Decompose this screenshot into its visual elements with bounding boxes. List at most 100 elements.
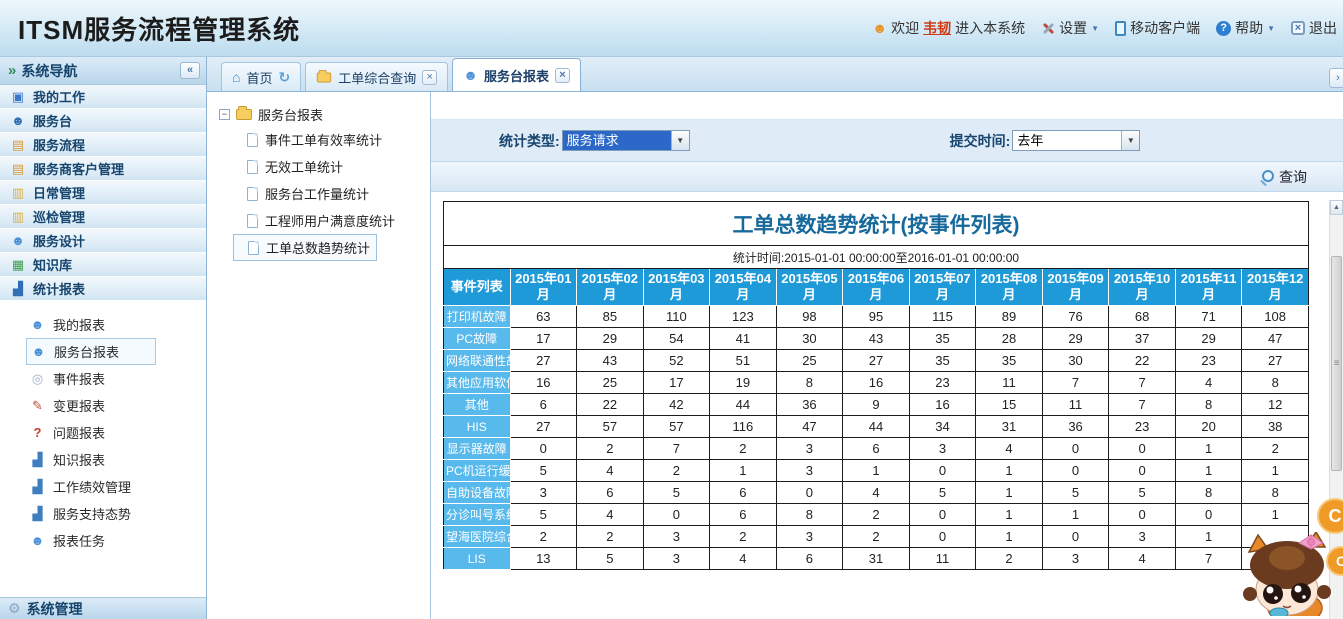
cell-value: 5 — [1042, 482, 1109, 504]
cell-value: 5 — [909, 482, 976, 504]
cell-value: 23 — [1109, 416, 1176, 438]
cell-value: 1 — [1242, 504, 1309, 526]
tab-ticket-query[interactable]: 工单综合查询× — [305, 62, 448, 91]
sidebar-item-incident-report[interactable]: ◎事件报表 — [26, 365, 156, 392]
logout-button[interactable]: × 退出 — [1291, 18, 1337, 38]
cell-value: 47 — [1242, 328, 1309, 350]
cell-value: 6 — [843, 438, 910, 460]
chevron-down-icon[interactable]: ▼ — [671, 131, 689, 150]
sidebar-subitem-label: 变更报表 — [53, 396, 105, 415]
help-menu[interactable]: ? 帮助 ▼ — [1216, 18, 1275, 38]
sidebar-item-problem-report[interactable]: ?问题报表 — [26, 419, 156, 446]
daily-mgmt-icon: ▥ — [10, 185, 26, 201]
incident-report-icon: ◎ — [30, 371, 45, 387]
stat-type-select[interactable]: 服务请求 ▼ — [562, 130, 690, 151]
tree-collapse-icon[interactable] — [219, 109, 230, 120]
vendor-customer-icon: ▤ — [10, 161, 26, 177]
cell-value: 0 — [1109, 460, 1176, 482]
cell-value: 6 — [710, 482, 777, 504]
stat-type-label: 统计类型: — [499, 131, 560, 151]
tab-overflow-button[interactable]: › — [1329, 68, 1343, 88]
sidebar-item-label: 知识库 — [33, 255, 72, 274]
sidebar-item-stats-report[interactable]: ▟统计报表 — [0, 277, 206, 301]
sidebar-item-performance-mgmt[interactable]: ▟工作绩效管理 — [26, 473, 156, 500]
cell-value: 44 — [710, 394, 777, 416]
scrollbar-thumb[interactable] — [1331, 256, 1342, 471]
row-label: 分诊叫号系统故障 — [444, 504, 511, 526]
cell-value: 29 — [577, 328, 644, 350]
file-icon — [247, 133, 258, 147]
cell-value: 2 — [643, 460, 710, 482]
column-header-month: 2015年08月 — [976, 269, 1043, 306]
tab-servicedesk-report[interactable]: ☻服务台报表× — [452, 58, 581, 91]
report-view: 工单总数趋势统计(按事件列表) 统计时间:2015-01-01 00:00:00… — [431, 192, 1343, 619]
row-label: 网络联通性故障 — [444, 350, 511, 372]
close-icon[interactable]: × — [555, 68, 570, 83]
cell-value: 5 — [510, 504, 577, 526]
tab-home[interactable]: ⌂首页↻ — [221, 62, 301, 91]
cell-value: 3 — [510, 482, 577, 504]
cell-value: 28 — [976, 328, 1043, 350]
cell-value: 0 — [776, 482, 843, 504]
table-row: 打印机故障6385110123989511589766871108 — [444, 306, 1309, 328]
cell-value: 31 — [976, 416, 1043, 438]
tree-item[interactable]: 无效工单统计 — [233, 153, 349, 180]
table-row: PC故障172954413043352829372947 — [444, 328, 1309, 350]
submit-time-select[interactable]: 去年 ▼ — [1012, 130, 1140, 151]
sidebar-item-service-flow[interactable]: ▤服务流程 — [0, 133, 206, 157]
tree-item[interactable]: 工程师用户满意度统计 — [233, 207, 401, 234]
sidebar-item-my-report[interactable]: ☻我的报表 — [26, 311, 156, 338]
sidebar-item-change-report[interactable]: ✎变更报表 — [26, 392, 156, 419]
cell-value: 89 — [976, 306, 1043, 328]
tree-item-label: 无效工单统计 — [265, 157, 343, 176]
cell-value: 35 — [909, 350, 976, 372]
sidebar-item-servicedesk-report[interactable]: ☻服务台报表 — [26, 338, 156, 365]
chevron-down-icon[interactable]: ▼ — [1121, 131, 1139, 150]
sidebar-item-daily-mgmt[interactable]: ▥日常管理 — [0, 181, 206, 205]
sidebar-item-service-design[interactable]: ☻服务设计 — [0, 229, 206, 253]
sidebar-item-knowledge-report[interactable]: ▟知识报表 — [26, 446, 156, 473]
column-header-month: 2015年04月 — [710, 269, 777, 306]
row-label: HIS — [444, 416, 511, 438]
sidebar-item-inspection-mgmt[interactable]: ▥巡检管理 — [0, 205, 206, 229]
sidebar-item-knowledge-base[interactable]: ▦知识库 — [0, 253, 206, 277]
welcome-text: 欢迎 韦韧 进入本系统 — [872, 18, 1025, 38]
tree-item[interactable]: 事件工单有效率统计 — [233, 126, 388, 153]
cell-value: 17 — [510, 328, 577, 350]
sidebar-item-system-admin[interactable]: 系统管理 — [0, 597, 206, 619]
sidebar-item-support-posture[interactable]: ▟服务支持态势 — [26, 500, 156, 527]
username[interactable]: 韦韧 — [923, 18, 951, 38]
mobile-client-link[interactable]: 移动客户端 — [1115, 18, 1200, 38]
cell-value: 95 — [843, 306, 910, 328]
tab-label: 服务台报表 — [484, 66, 549, 85]
sidebar-item-report-task[interactable]: ☻报表任务 — [26, 527, 156, 554]
query-toolbar: 查询 — [431, 162, 1343, 192]
scroll-up-icon[interactable] — [1330, 200, 1343, 215]
filter-bar: 统计类型: 服务请求 ▼ 提交时间: 去年 ▼ — [431, 120, 1343, 162]
column-header-month: 2015年12月 — [1242, 269, 1309, 306]
cell-value: 3 — [643, 548, 710, 570]
cell-value: 11 — [909, 548, 976, 570]
tree-item[interactable]: 服务台工作量统计 — [233, 180, 375, 207]
submit-time-value: 去年 — [1013, 131, 1121, 150]
tree-item[interactable]: 工单总数趋势统计 — [233, 234, 377, 261]
collapse-sidebar-button[interactable]: « — [180, 62, 200, 79]
cell-value: 0 — [909, 504, 976, 526]
folder-icon — [317, 72, 331, 82]
monitor-icon: ▣ — [10, 89, 26, 105]
stat-type-value: 服务请求 — [563, 131, 671, 150]
close-icon[interactable]: × — [422, 70, 437, 85]
query-button[interactable]: 查询 — [1260, 167, 1307, 187]
cell-value: 71 — [1175, 306, 1242, 328]
sidebar-item-service-desk[interactable]: ☻服务台 — [0, 109, 206, 133]
mascot-girl-illustration — [1237, 532, 1337, 616]
sidebar-item-vendor-customer[interactable]: ▤服务商客户管理 — [0, 157, 206, 181]
settings-menu[interactable]: 设置 ▼ — [1041, 18, 1099, 38]
tree-root-servicedesk-reports[interactable]: 服务台报表 — [219, 102, 430, 126]
cell-value: 2 — [843, 526, 910, 548]
cell-value: 5 — [1109, 482, 1176, 504]
cell-value: 7 — [1109, 372, 1176, 394]
sidebar-item-my-work[interactable]: ▣我的工作 — [0, 85, 206, 109]
cell-value: 7 — [1042, 372, 1109, 394]
column-header-month: 2015年06月 — [843, 269, 910, 306]
